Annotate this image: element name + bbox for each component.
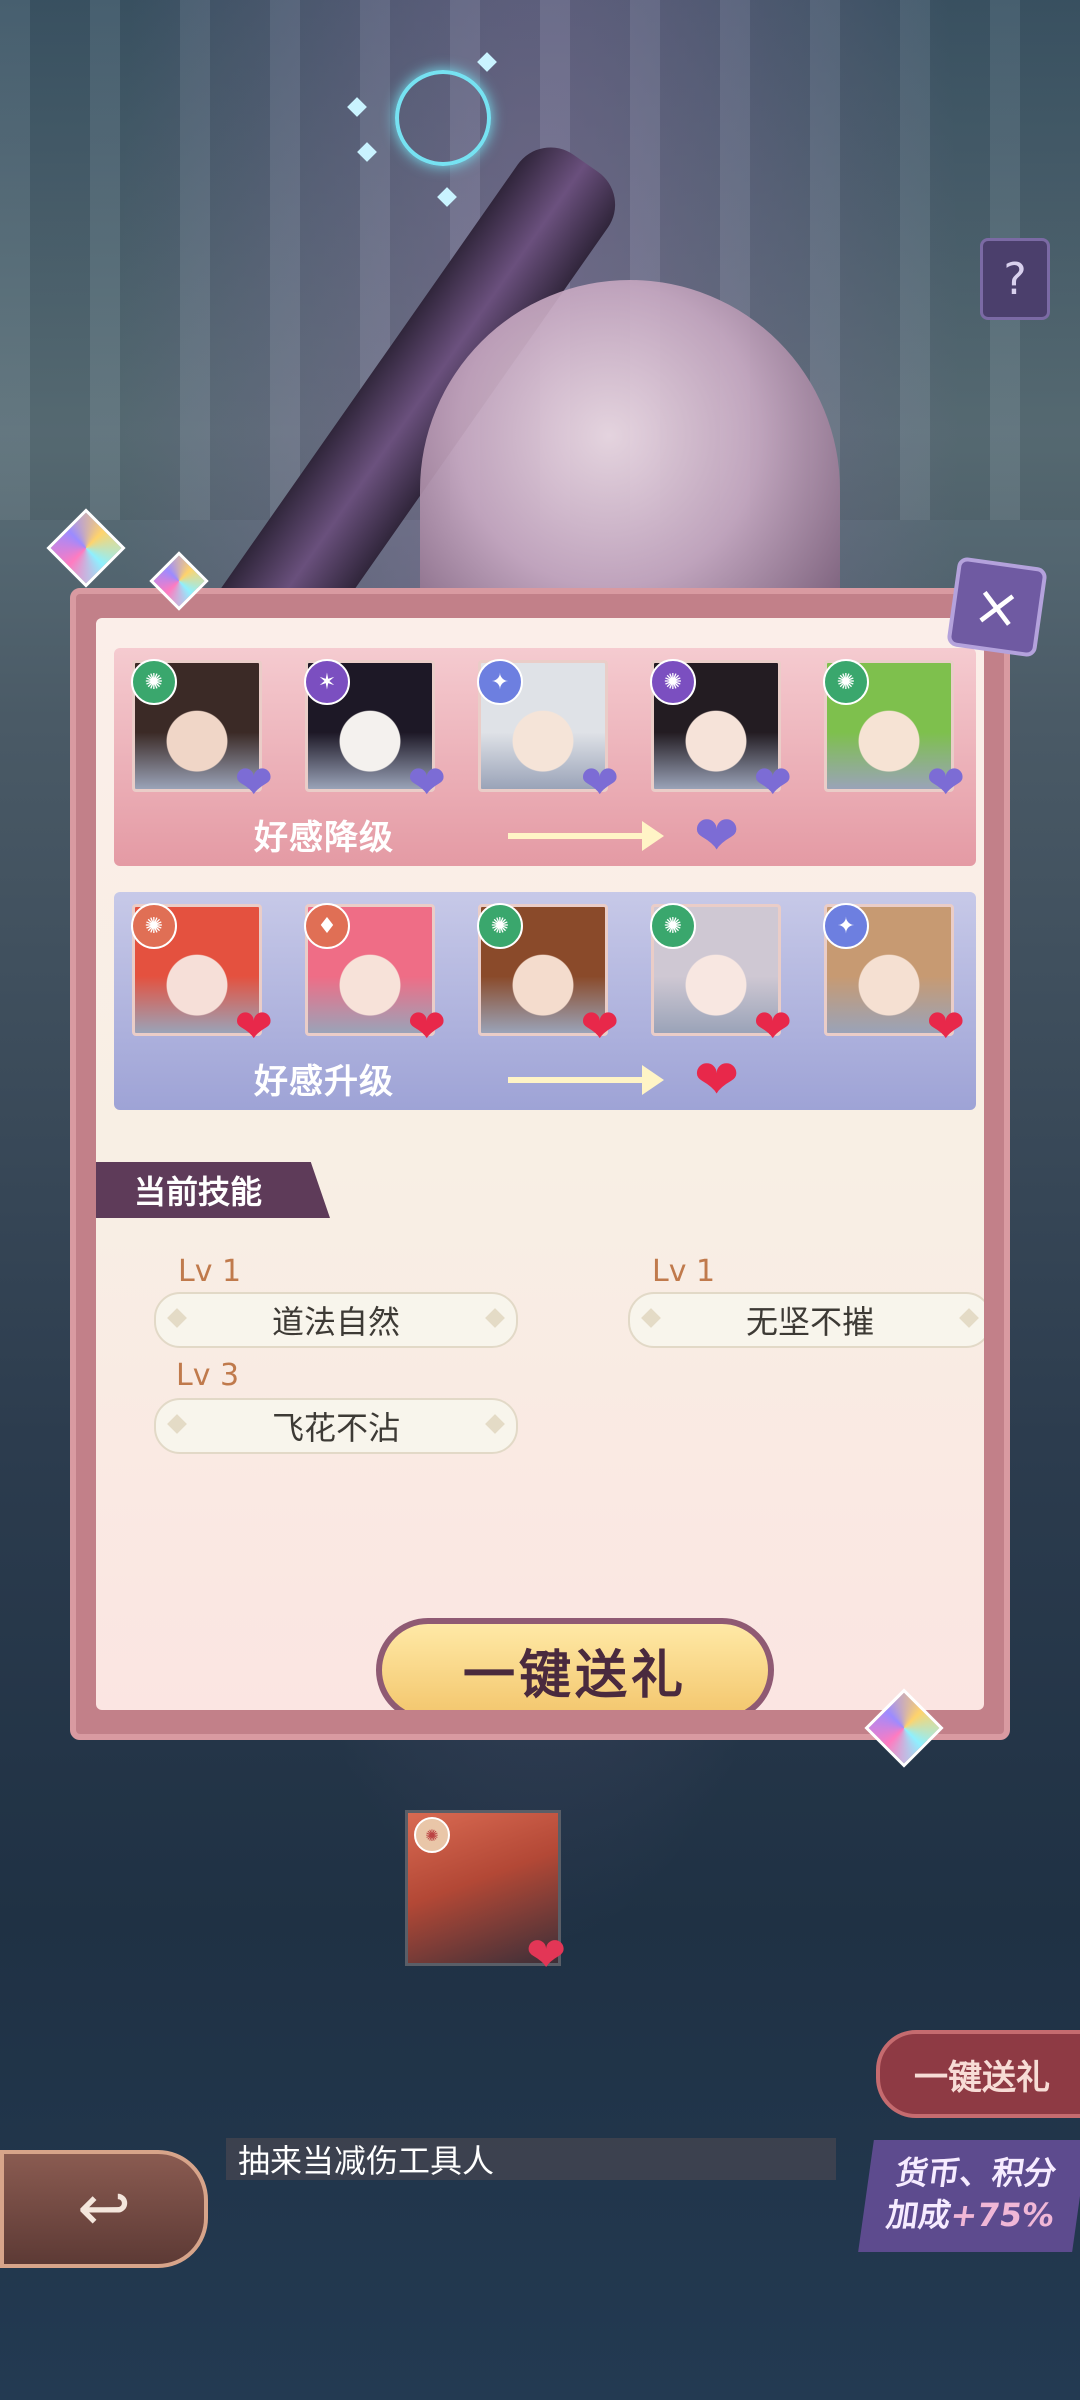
bonus-panel: 货币、积分 加成+75% [858, 2140, 1080, 2252]
character-card[interactable]: ✦ ❤ [823, 903, 965, 1049]
heart-icon: ❤ [926, 999, 965, 1053]
heart-icon: ❤ [753, 755, 792, 809]
character-card[interactable]: ✺ ❤ [477, 903, 619, 1049]
upgrade-band: ✺ ❤ ♦ ❤ ✺ ❤ ✺ ❤ ✦ ❤ 好感升级 ❤ [114, 892, 976, 1110]
heart-icon: ❤ [926, 755, 965, 809]
faction-icon: ✺ [823, 659, 869, 705]
faction-icon: ✺ [131, 659, 177, 705]
comment-bubble: 抽来当减伤工具人 [226, 2138, 836, 2180]
skill-level: Lv 1 [178, 1254, 242, 1289]
downgrade-label: 好感降级 [254, 817, 394, 858]
heart-icon: ❤ [234, 755, 273, 809]
faction-icon: ✦ [477, 659, 523, 705]
heart-icon: ❤ [526, 1927, 567, 1983]
arrow-icon [508, 821, 664, 851]
upgrade-label: 好感升级 [254, 1061, 394, 1102]
question-icon: ? [1003, 253, 1027, 305]
character-card[interactable]: ✦ ❤ [477, 659, 619, 805]
modal-content: ✺ ❤ ✶ ❤ ✦ ❤ ✺ ❤ ✺ ❤ 好感降级 ❤ ✺ ❤ ♦ ❤ ✺ ❤ ✺ ❤ ✦ ❤ 好感升级 ❤ 当前技能… [96, 618, 984, 1710]
red-heart-icon: ❤ [694, 1048, 740, 1111]
bonus-percent: +75% [947, 2196, 1057, 2234]
skill-chip[interactable]: 道法自然 [154, 1292, 518, 1348]
downgrade-band: ✺ ❤ ✶ ❤ ✦ ❤ ✺ ❤ ✺ ❤ 好感降级 ❤ [114, 648, 976, 866]
heart-icon: ❤ [407, 999, 446, 1053]
side-gift-label: 一键送礼 [914, 2057, 1050, 2098]
skill-chip[interactable]: 无坚不摧 [628, 1292, 984, 1348]
faction-icon: ✺ [131, 903, 177, 949]
arrow-icon [508, 1065, 664, 1095]
bonus-line1: 货币、积分 [893, 2154, 1059, 2192]
character-card[interactable]: ✶ ❤ [304, 659, 446, 805]
faction-icon: ✺ [650, 659, 696, 705]
heart-icon: ❤ [407, 755, 446, 809]
character-card[interactable]: ✺ ❤ [650, 659, 792, 805]
back-button[interactable]: ↩ [0, 2150, 208, 2268]
background-character-card[interactable]: ✺ ❤ [405, 1810, 566, 1979]
faction-icon: ✦ [823, 903, 869, 949]
character-card[interactable]: ✺ ❤ [650, 903, 792, 1049]
faction-icon: ✺ [477, 903, 523, 949]
faction-icon: ✺ [414, 1817, 450, 1853]
purple-heart-icon: ❤ [694, 804, 740, 867]
current-skills-title: 当前技能 [96, 1162, 330, 1218]
character-card[interactable]: ✺ ❤ [131, 903, 273, 1049]
skill-level: Lv 3 [176, 1358, 240, 1393]
magic-ring-effect [395, 70, 491, 166]
one-click-gift-button[interactable]: 一键送礼 [376, 1618, 774, 1710]
back-arrow-icon: ↩ [77, 2172, 131, 2246]
bonus-line2: 加成 [883, 2196, 954, 2234]
faction-icon: ✺ [650, 903, 696, 949]
gift-modal: ✺ ❤ ✶ ❤ ✦ ❤ ✺ ❤ ✺ ❤ 好感降级 ❤ ✺ ❤ ♦ ❤ ✺ ❤ ✺ ❤ ✦ ❤ 好感升级 ❤ 当前技能… [70, 588, 1010, 1740]
side-gift-button[interactable]: 一键送礼 [876, 2030, 1080, 2118]
heart-icon: ❤ [234, 999, 273, 1053]
close-button[interactable]: × [946, 556, 1048, 658]
faction-icon: ♦ [304, 903, 350, 949]
heart-icon: ❤ [580, 755, 619, 809]
heart-icon: ❤ [753, 999, 792, 1053]
faction-icon: ✶ [304, 659, 350, 705]
skill-chip[interactable]: 飞花不沾 [154, 1398, 518, 1454]
character-card[interactable]: ✺ ❤ [823, 659, 965, 805]
skill-level: Lv 1 [652, 1254, 716, 1289]
help-button[interactable]: ? [980, 238, 1050, 320]
close-icon: × [969, 571, 1025, 643]
character-card[interactable]: ✺ ❤ [131, 659, 273, 805]
heart-icon: ❤ [580, 999, 619, 1053]
character-card[interactable]: ♦ ❤ [304, 903, 446, 1049]
